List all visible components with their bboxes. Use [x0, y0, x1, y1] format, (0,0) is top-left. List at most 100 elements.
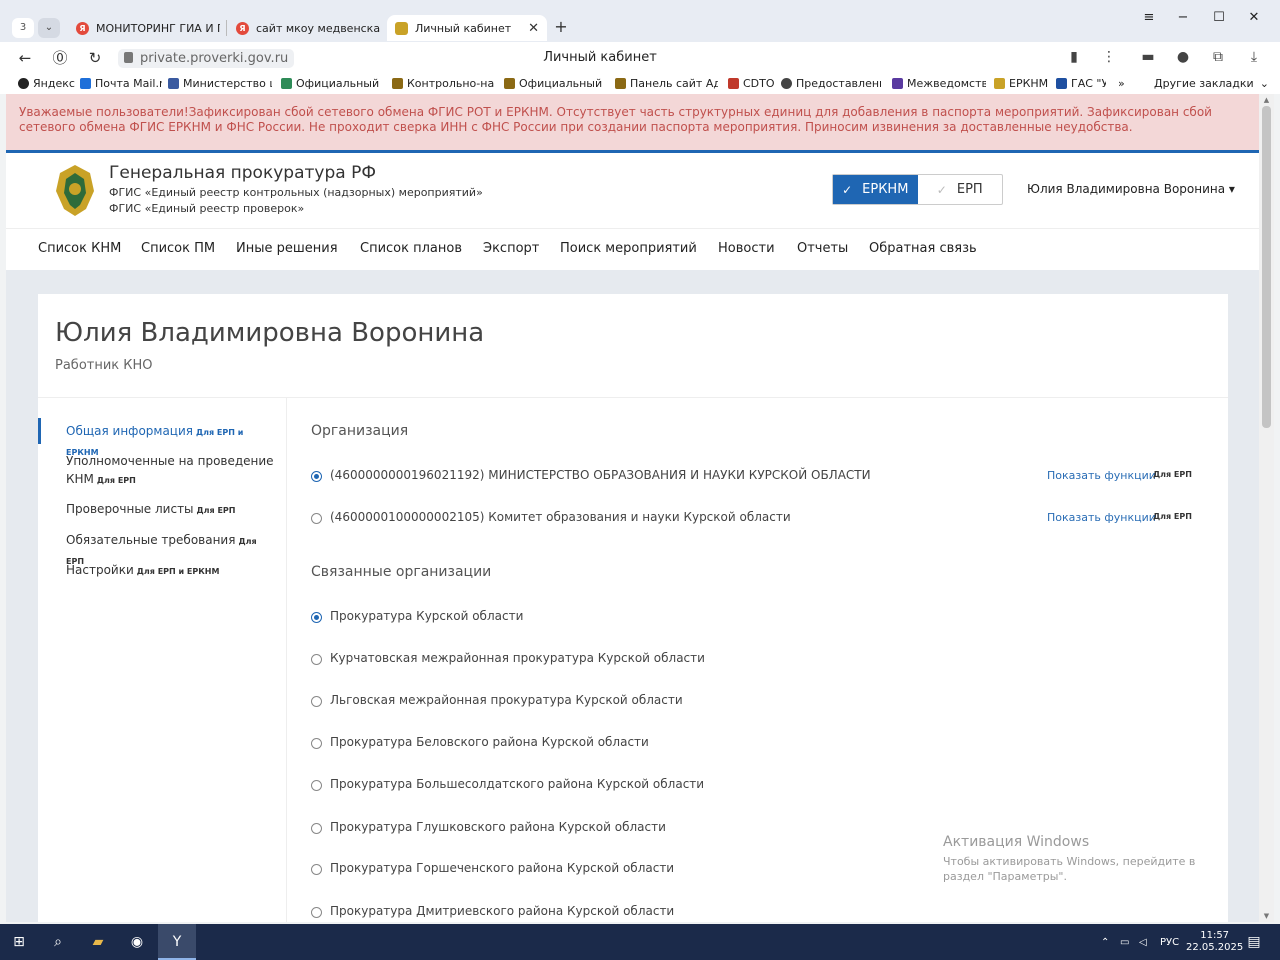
bookmark-item[interactable]: ЕРКНМ [994, 77, 1050, 90]
yandex-browser-icon[interactable]: Y [167, 932, 187, 952]
sidebar-item-authorized[interactable]: Уполномоченные на проведение КНМ Для ЕРП [66, 452, 276, 490]
building-icon [615, 78, 626, 89]
close-icon[interactable]: ✕ [518, 21, 539, 36]
related-option[interactable]: Прокуратура Беловского района Курской об… [311, 735, 1191, 753]
cdto-icon [728, 78, 739, 89]
nav-pm-list[interactable]: Список ПМ [141, 241, 215, 256]
extension-icon[interactable]: ▬ [1138, 49, 1158, 65]
org-name: Генеральная прокуратура РФ [109, 163, 376, 183]
radio-button[interactable] [311, 513, 322, 524]
bookmark-item[interactable]: Яндекс [18, 77, 76, 90]
clock[interactable]: 11:57 22.05.2025 [1186, 930, 1243, 954]
browser-app-icon[interactable]: ◉ [127, 932, 147, 952]
sidebar-item-checklists[interactable]: Проверочные листы Для ЕРП [66, 500, 276, 520]
bookmark-item[interactable]: CDTO [728, 77, 776, 90]
page-title-bar: Личный кабинет [543, 50, 657, 65]
back-icon[interactable]: ← [15, 48, 35, 68]
page-scrollbar[interactable]: ▲ ▼ [1259, 94, 1274, 922]
windows-start-icon[interactable]: ⊞ [9, 932, 29, 952]
url-field[interactable]: private.proverki.gov.ru [118, 49, 295, 68]
bookmark-item[interactable]: Панель сайт Адм [615, 77, 718, 90]
radio-button[interactable] [311, 738, 322, 749]
related-option[interactable]: Курчатовская межрайонная прокуратура Кур… [311, 651, 1191, 669]
tab-school-site[interactable]: Я сайт мкоу медвенская со [236, 16, 380, 40]
nav-plans-list[interactable]: Список планов [360, 241, 462, 256]
scroll-down-icon[interactable]: ▼ [1262, 912, 1271, 920]
related-option[interactable]: Прокуратура Курской области [311, 609, 1191, 627]
radio-button[interactable] [311, 612, 322, 623]
close-window-icon[interactable]: ✕ [1244, 10, 1264, 25]
bookmark-icon[interactable]: ▮ [1064, 49, 1084, 65]
radio-button[interactable] [311, 780, 322, 791]
nav-feedback[interactable]: Обратная связь [869, 241, 977, 256]
nav-news[interactable]: Новости [718, 241, 775, 256]
alert-banner: Уважаемые пользователи!Зафиксирован сбой… [6, 94, 1259, 150]
tab-list-dropdown[interactable]: ⌄ [38, 18, 60, 38]
bookmark-item[interactable]: Министерство ци [168, 77, 272, 90]
volume-icon[interactable]: ◁ [1139, 937, 1147, 948]
mail-icon [80, 78, 91, 89]
minimize-icon[interactable]: − [1173, 10, 1193, 25]
maximize-icon[interactable]: ☐ [1209, 10, 1229, 25]
language-indicator[interactable]: РУС [1160, 937, 1179, 948]
address-bar: ← ⓪ ↻ private.proverki.gov.ru Личный каб… [0, 42, 1280, 74]
more-icon[interactable]: ⋮ [1099, 49, 1119, 65]
bookmark-item[interactable]: Контрольно-надз [392, 77, 494, 90]
yandex-home-icon[interactable]: ⓪ [50, 48, 70, 68]
nav-other-decisions[interactable]: Иные решения [236, 241, 338, 256]
org-option[interactable]: (4600000100000002105) Комитет образовани… [311, 510, 1192, 528]
chevron-down-icon: ⌄ [1259, 77, 1269, 90]
nav-search-events[interactable]: Поиск мероприятий [560, 241, 697, 256]
radio-button[interactable] [311, 864, 322, 875]
related-option[interactable]: Льговская межрайонная прокуратура Курско… [311, 693, 1191, 711]
profile-name: Юлия Владимировна Воронина [55, 318, 485, 348]
system-switch: ✓ ЕРКНМ ✓ ЕРП [832, 174, 1003, 205]
active-marker [38, 418, 41, 444]
tab-personal-cabinet[interactable]: Личный кабинет ✕ [387, 15, 547, 41]
bookmark-item[interactable]: Межведомство [892, 77, 986, 90]
radio-button[interactable] [311, 471, 322, 482]
nav-knm-list[interactable]: Список КНМ [38, 241, 121, 256]
search-icon[interactable]: ⌕ [48, 932, 68, 952]
profile-role: Работник КНО [55, 358, 153, 373]
reload-icon[interactable]: ↻ [85, 48, 105, 68]
switch-erknm[interactable]: ✓ ЕРКНМ [833, 175, 918, 204]
tab-monitoring[interactable]: Я МОНИТОРИНГ ГИА И ПР [76, 16, 220, 40]
show-functions-link[interactable]: Показать функции [1047, 469, 1156, 482]
network-icon[interactable]: ▭ [1120, 937, 1129, 948]
sidebar-item-settings[interactable]: Настройки Для ЕРП и ЕРКНМ [66, 561, 276, 581]
building-icon [504, 78, 515, 89]
tab-counter[interactable]: 3 [12, 18, 34, 38]
radio-button[interactable] [311, 907, 322, 918]
chevron-up-icon[interactable]: ⌃ [1101, 937, 1109, 948]
nav-reports[interactable]: Отчеты [797, 241, 848, 256]
user-menu[interactable]: Юлия Владимировна Воронина ▾ [1027, 182, 1235, 196]
bookmark-item[interactable]: Почта Mail.ru [80, 77, 162, 90]
scrollbar-thumb[interactable] [1262, 106, 1271, 428]
bookmark-item[interactable]: ГАС "У [1056, 77, 1106, 90]
radio-button[interactable] [311, 696, 322, 707]
org-option[interactable]: (4600000000196021192) МИНИСТЕРСТВО ОБРАЗ… [311, 468, 1192, 486]
related-option[interactable]: Прокуратура Дмитриевского района Курской… [311, 904, 1191, 922]
check-shield-icon [1056, 78, 1067, 89]
collections-icon[interactable]: ⧉ [1208, 49, 1228, 65]
file-explorer-icon[interactable]: ▰ [88, 932, 108, 952]
radio-button[interactable] [311, 654, 322, 665]
menu-icon[interactable]: ≡ [1139, 10, 1159, 25]
related-option[interactable]: Прокуратура Большесолдатского района Кур… [311, 777, 1191, 795]
radio-button[interactable] [311, 823, 322, 834]
new-tab-icon[interactable]: + [552, 18, 570, 36]
bookmark-item[interactable]: Официальный са [504, 77, 606, 90]
profile-extension-icon[interactable]: ● [1173, 49, 1193, 65]
scroll-up-icon[interactable]: ▲ [1262, 96, 1271, 104]
shield-icon [281, 78, 292, 89]
notifications-icon[interactable]: ▤ [1244, 932, 1264, 952]
other-bookmarks[interactable]: Другие закладки ⌄ [1154, 77, 1269, 90]
bookmarks-overflow[interactable]: » [1118, 77, 1125, 90]
nav-export[interactable]: Экспорт [483, 241, 539, 256]
bookmark-item[interactable]: Предоставление [781, 77, 881, 90]
bookmark-item[interactable]: Официальный са [281, 77, 383, 90]
switch-erp[interactable]: ✓ ЕРП [918, 175, 1003, 204]
download-icon[interactable]: ⤓ [1244, 49, 1264, 65]
show-functions-link[interactable]: Показать функции [1047, 511, 1156, 524]
